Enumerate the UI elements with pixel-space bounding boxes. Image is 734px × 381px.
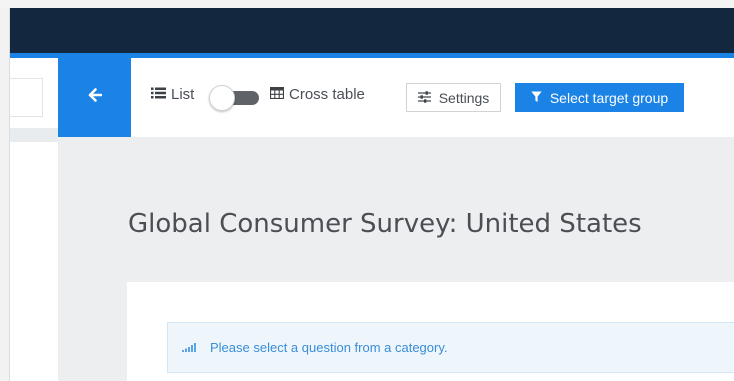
sidebar-divider	[10, 128, 58, 142]
view-mode-toggle[interactable]	[209, 85, 261, 111]
collapse-sidebar-button[interactable]	[58, 58, 131, 137]
list-view-option[interactable]: List	[151, 86, 194, 103]
main-content: Global Consumer Survey: United States Pl…	[58, 137, 734, 381]
sliders-icon	[417, 90, 431, 106]
cross-table-view-option[interactable]: Cross table	[269, 86, 365, 103]
top-navigation-bar	[10, 8, 734, 53]
alert-text: Please select a question from a category…	[210, 340, 448, 355]
filter-icon	[531, 90, 542, 106]
content-card: Please select a question from a category…	[127, 282, 734, 381]
list-view-label: List	[171, 86, 195, 103]
left-sidebar	[10, 58, 58, 381]
settings-button[interactable]: Settings	[406, 83, 501, 112]
select-target-group-button[interactable]: Select target group	[515, 83, 684, 112]
table-icon	[269, 86, 285, 103]
sidebar-search-input[interactable]	[10, 78, 43, 117]
signal-bars-icon	[182, 340, 196, 355]
list-icon	[151, 86, 166, 103]
settings-label: Settings	[438, 89, 490, 106]
cross-table-label: Cross table	[289, 86, 365, 103]
view-toolbar: List Cross table Settings Select target …	[131, 58, 734, 137]
select-target-group-label: Select target group	[549, 89, 669, 106]
info-alert: Please select a question from a category…	[167, 322, 734, 373]
toggle-knob[interactable]	[209, 85, 235, 111]
page-backdrop	[0, 0, 734, 8]
page-title: Global Consumer Survey: United States	[128, 209, 642, 239]
app-window: List Cross table Settings Select target …	[9, 8, 734, 381]
arrow-left-icon	[88, 88, 102, 107]
